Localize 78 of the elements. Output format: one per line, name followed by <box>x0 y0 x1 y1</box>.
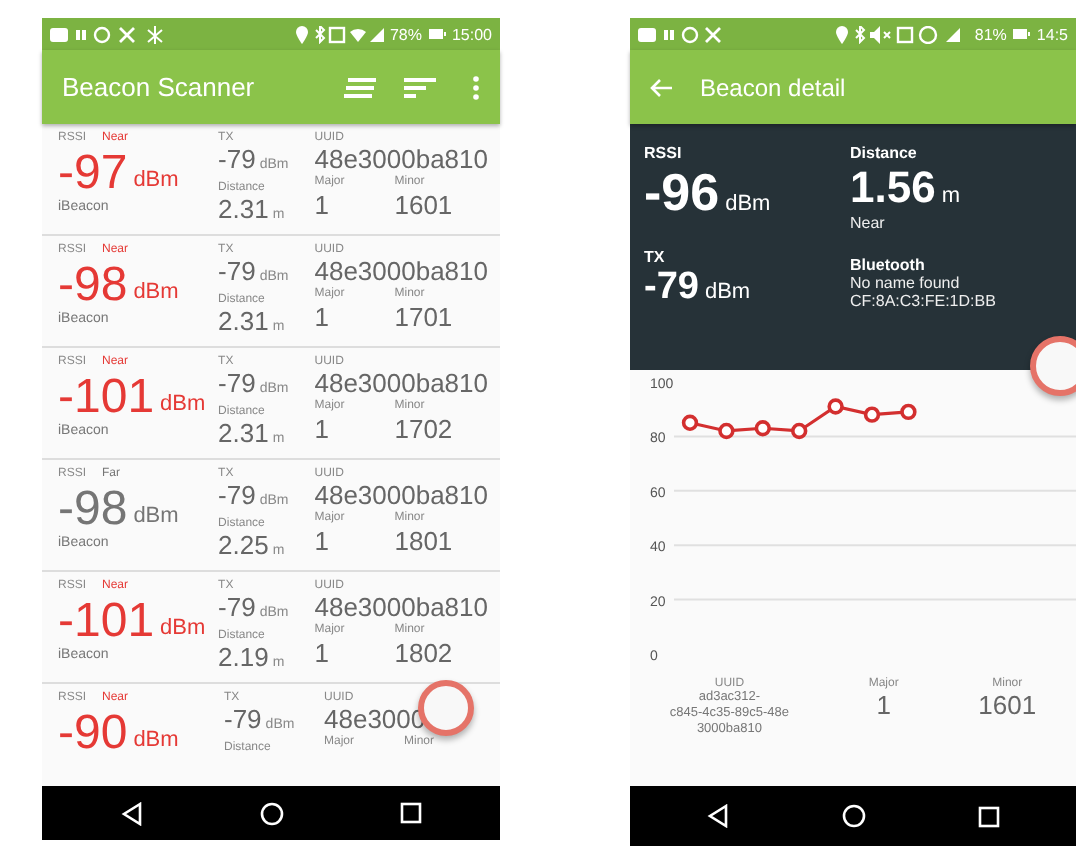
rssi-value: -101 <box>58 593 155 647</box>
tx-value: -79 <box>218 370 256 398</box>
system-status-icons-drawing <box>295 25 384 43</box>
floating-action-button[interactable] <box>1030 336 1076 396</box>
rssi-unit: dBm <box>133 727 179 751</box>
app-title: Beacon detail <box>700 73 846 101</box>
uuid-value: 48e3000ba810 <box>314 482 488 510</box>
home-icon[interactable] <box>842 804 866 828</box>
proximity-label: Near <box>850 214 887 232</box>
mac-address: CF:8A:C3:FE:1D:BB <box>850 292 998 310</box>
minor-value: 1601 <box>394 190 453 220</box>
uuid-value: 48e3000ba810 <box>314 258 488 286</box>
distance-value: 2.31 <box>218 196 269 224</box>
data-point <box>718 422 735 440</box>
rssi-value: -90 <box>58 705 128 761</box>
rssi-unit: dBm <box>133 503 179 527</box>
major-value: 1 <box>314 302 331 332</box>
battery-percent: 81% <box>974 25 1007 43</box>
recents-icon[interactable] <box>978 805 1000 827</box>
app-title: Beacon Scanner <box>62 72 255 102</box>
data-point <box>754 420 771 437</box>
data-point <box>863 406 881 423</box>
distance-value: 2.31 <box>218 420 269 448</box>
home-icon[interactable] <box>260 801 284 825</box>
data-point <box>900 403 917 421</box>
data-point <box>791 422 808 440</box>
major-value: 1 <box>314 526 331 556</box>
major-value: 1 <box>876 690 891 720</box>
rssi-unit: dBm <box>133 279 179 303</box>
rssi-value: -98 <box>58 481 128 535</box>
uuid-value: 48e3000ba810 <box>314 594 488 622</box>
minor-value: 1801 <box>394 526 453 556</box>
rssi-value: -96 <box>644 162 720 224</box>
tx-label: TX <box>644 248 667 266</box>
uuid-value: 48e3000ba810 <box>314 146 488 174</box>
tx-value: -79 <box>644 266 699 310</box>
rssi-label: RSSI <box>644 144 684 162</box>
rssi-value: -98 <box>58 257 128 311</box>
battery-icon <box>1012 28 1031 40</box>
major-value: 1 <box>314 414 331 444</box>
tx-value: -79 <box>218 146 256 174</box>
uuid-value: 48e3000ba810 <box>314 370 488 398</box>
data-point <box>681 414 699 431</box>
tx-value: -79 <box>218 482 256 510</box>
tx-unit: dBm <box>704 280 751 304</box>
back-icon[interactable] <box>706 804 730 828</box>
major-value: 1 <box>314 190 331 220</box>
minor-value: 1701 <box>394 302 453 332</box>
tx-value: -79 <box>218 594 256 622</box>
tx-value: -79 <box>218 258 256 286</box>
data-point <box>827 398 844 415</box>
minor-value: 1702 <box>394 414 453 444</box>
major-value: 1 <box>314 638 331 668</box>
clock: 15:00 <box>451 25 492 43</box>
rssi-unit: dBm <box>160 391 206 415</box>
rssi-unit: dBm <box>160 615 206 639</box>
back-icon[interactable] <box>120 801 144 825</box>
device-name: No name found <box>850 274 962 292</box>
uuid-value: 48e3000 <box>324 706 428 734</box>
rssi-value: -101 <box>58 369 155 423</box>
rssi-unit: dBm <box>133 167 179 191</box>
tx-value: -79 <box>224 706 262 734</box>
distance-label: Distance <box>850 144 919 162</box>
distance-value: 2.25 <box>218 532 269 560</box>
rssi-value: -97 <box>58 145 128 199</box>
notification-icons-drawing <box>638 25 722 43</box>
rssi-unit: dBm <box>725 192 771 216</box>
distance-value: 2.31 <box>218 308 269 336</box>
distance-value: 1.56 <box>850 162 936 214</box>
bluetooth-label: Bluetooth <box>850 256 927 274</box>
distance-value: 2.19 <box>218 644 269 672</box>
recents-icon[interactable] <box>400 802 422 824</box>
minor-value: 1601 <box>978 690 1037 720</box>
clock: 14:5 <box>1036 25 1068 43</box>
distance-unit: m <box>941 184 960 208</box>
minor-value: 1802 <box>394 638 453 668</box>
battery-icon <box>427 28 446 40</box>
battery-percent: 78% <box>389 25 422 43</box>
